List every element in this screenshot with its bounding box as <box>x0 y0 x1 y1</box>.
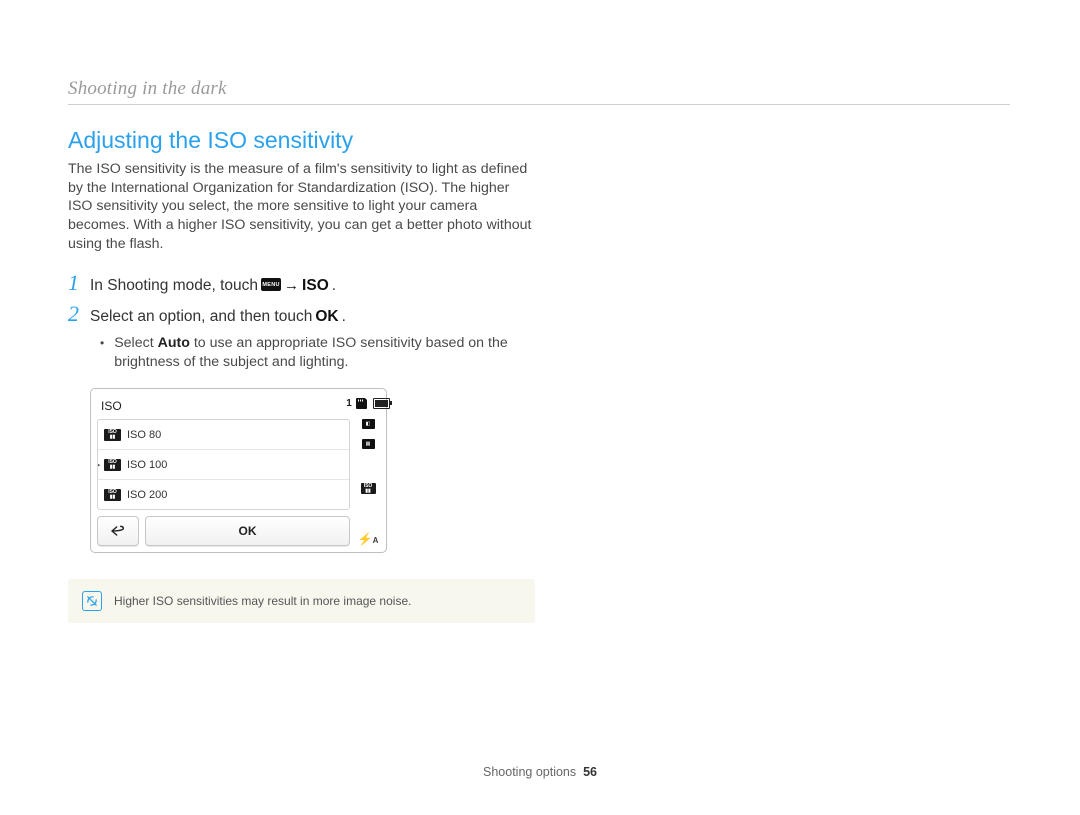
bullet-pre: Select <box>114 335 157 351</box>
footer-section: Shooting options <box>483 765 576 779</box>
intro-paragraph: The ISO sensitivity is the measure of a … <box>68 160 535 254</box>
memory-card-icon <box>355 398 370 409</box>
step-2-text-post: . <box>342 308 346 326</box>
back-arrow-icon <box>110 525 126 537</box>
arrow-icon: → <box>284 277 299 294</box>
step-2: 2 Select an option, and then touch OK. <box>68 303 535 326</box>
mode-icon: ◧ <box>362 419 375 429</box>
iso-chip-icon: ISO▮▮ <box>104 459 121 471</box>
camera-screen: ISO ISO▮▮ ISO 80 ▸ ISO▮▮ ISO 100 ISO▮▮ I… <box>90 388 387 553</box>
back-button[interactable] <box>97 516 139 546</box>
step-1: 1 In Shooting mode, touch MENU → ISO. <box>68 272 535 295</box>
iso-chip-icon: ISO▮▮ <box>104 489 121 501</box>
list-item[interactable]: ISO▮▮ ISO 80 <box>98 420 349 450</box>
flash-auto-icon: ⚡A <box>358 532 379 546</box>
step-number: 1 <box>68 272 90 294</box>
iso-chip-icon: ISO▮▮ <box>104 429 121 441</box>
divider <box>68 104 1010 105</box>
step-1-text-pre: In Shooting mode, touch <box>90 277 258 295</box>
screen-side-icons: 1 ◧ ▦ ISO▮▮ ⚡A <box>356 395 380 546</box>
section-heading: Adjusting the ISO sensitivity <box>68 127 535 154</box>
footer-page-number: 56 <box>583 765 597 779</box>
list-item[interactable]: ▸ ISO▮▮ ISO 100 <box>98 450 349 480</box>
iso-label: ISO <box>302 277 329 295</box>
note-box: Higher ISO sensitivities may result in m… <box>68 579 535 623</box>
step-number: 2 <box>68 303 90 325</box>
ok-button[interactable]: OK <box>145 516 350 546</box>
note-icon <box>82 591 102 611</box>
option-label: ISO 80 <box>127 429 161 441</box>
menu-icon: MENU <box>261 278 281 291</box>
option-label: ISO 200 <box>127 489 167 501</box>
option-label: ISO 100 <box>127 459 167 471</box>
step-2-text-pre: Select an option, and then touch <box>90 308 312 326</box>
list-item[interactable]: ISO▮▮ ISO 200 <box>98 480 349 509</box>
battery-icon <box>373 398 390 409</box>
ok-label: OK <box>315 308 338 326</box>
auto-bold: Auto <box>158 335 190 351</box>
sub-bullet: Select Auto to use an appropriate ISO se… <box>100 334 535 372</box>
selected-indicator-icon: ▸ <box>97 459 101 470</box>
screen-title: ISO <box>97 395 350 419</box>
page-footer: Shooting options 56 <box>0 765 1080 779</box>
step-1-text-post: . <box>332 277 336 295</box>
chapter-title: Shooting in the dark <box>68 78 1010 100</box>
shot-count: 1 <box>346 398 352 409</box>
iso-status-icon: ISO▮▮ <box>361 483 376 494</box>
note-text: Higher ISO sensitivities may result in m… <box>114 594 411 608</box>
iso-option-list: ISO▮▮ ISO 80 ▸ ISO▮▮ ISO 100 ISO▮▮ ISO 2… <box>97 419 350 510</box>
metering-icon: ▦ <box>362 439 375 449</box>
